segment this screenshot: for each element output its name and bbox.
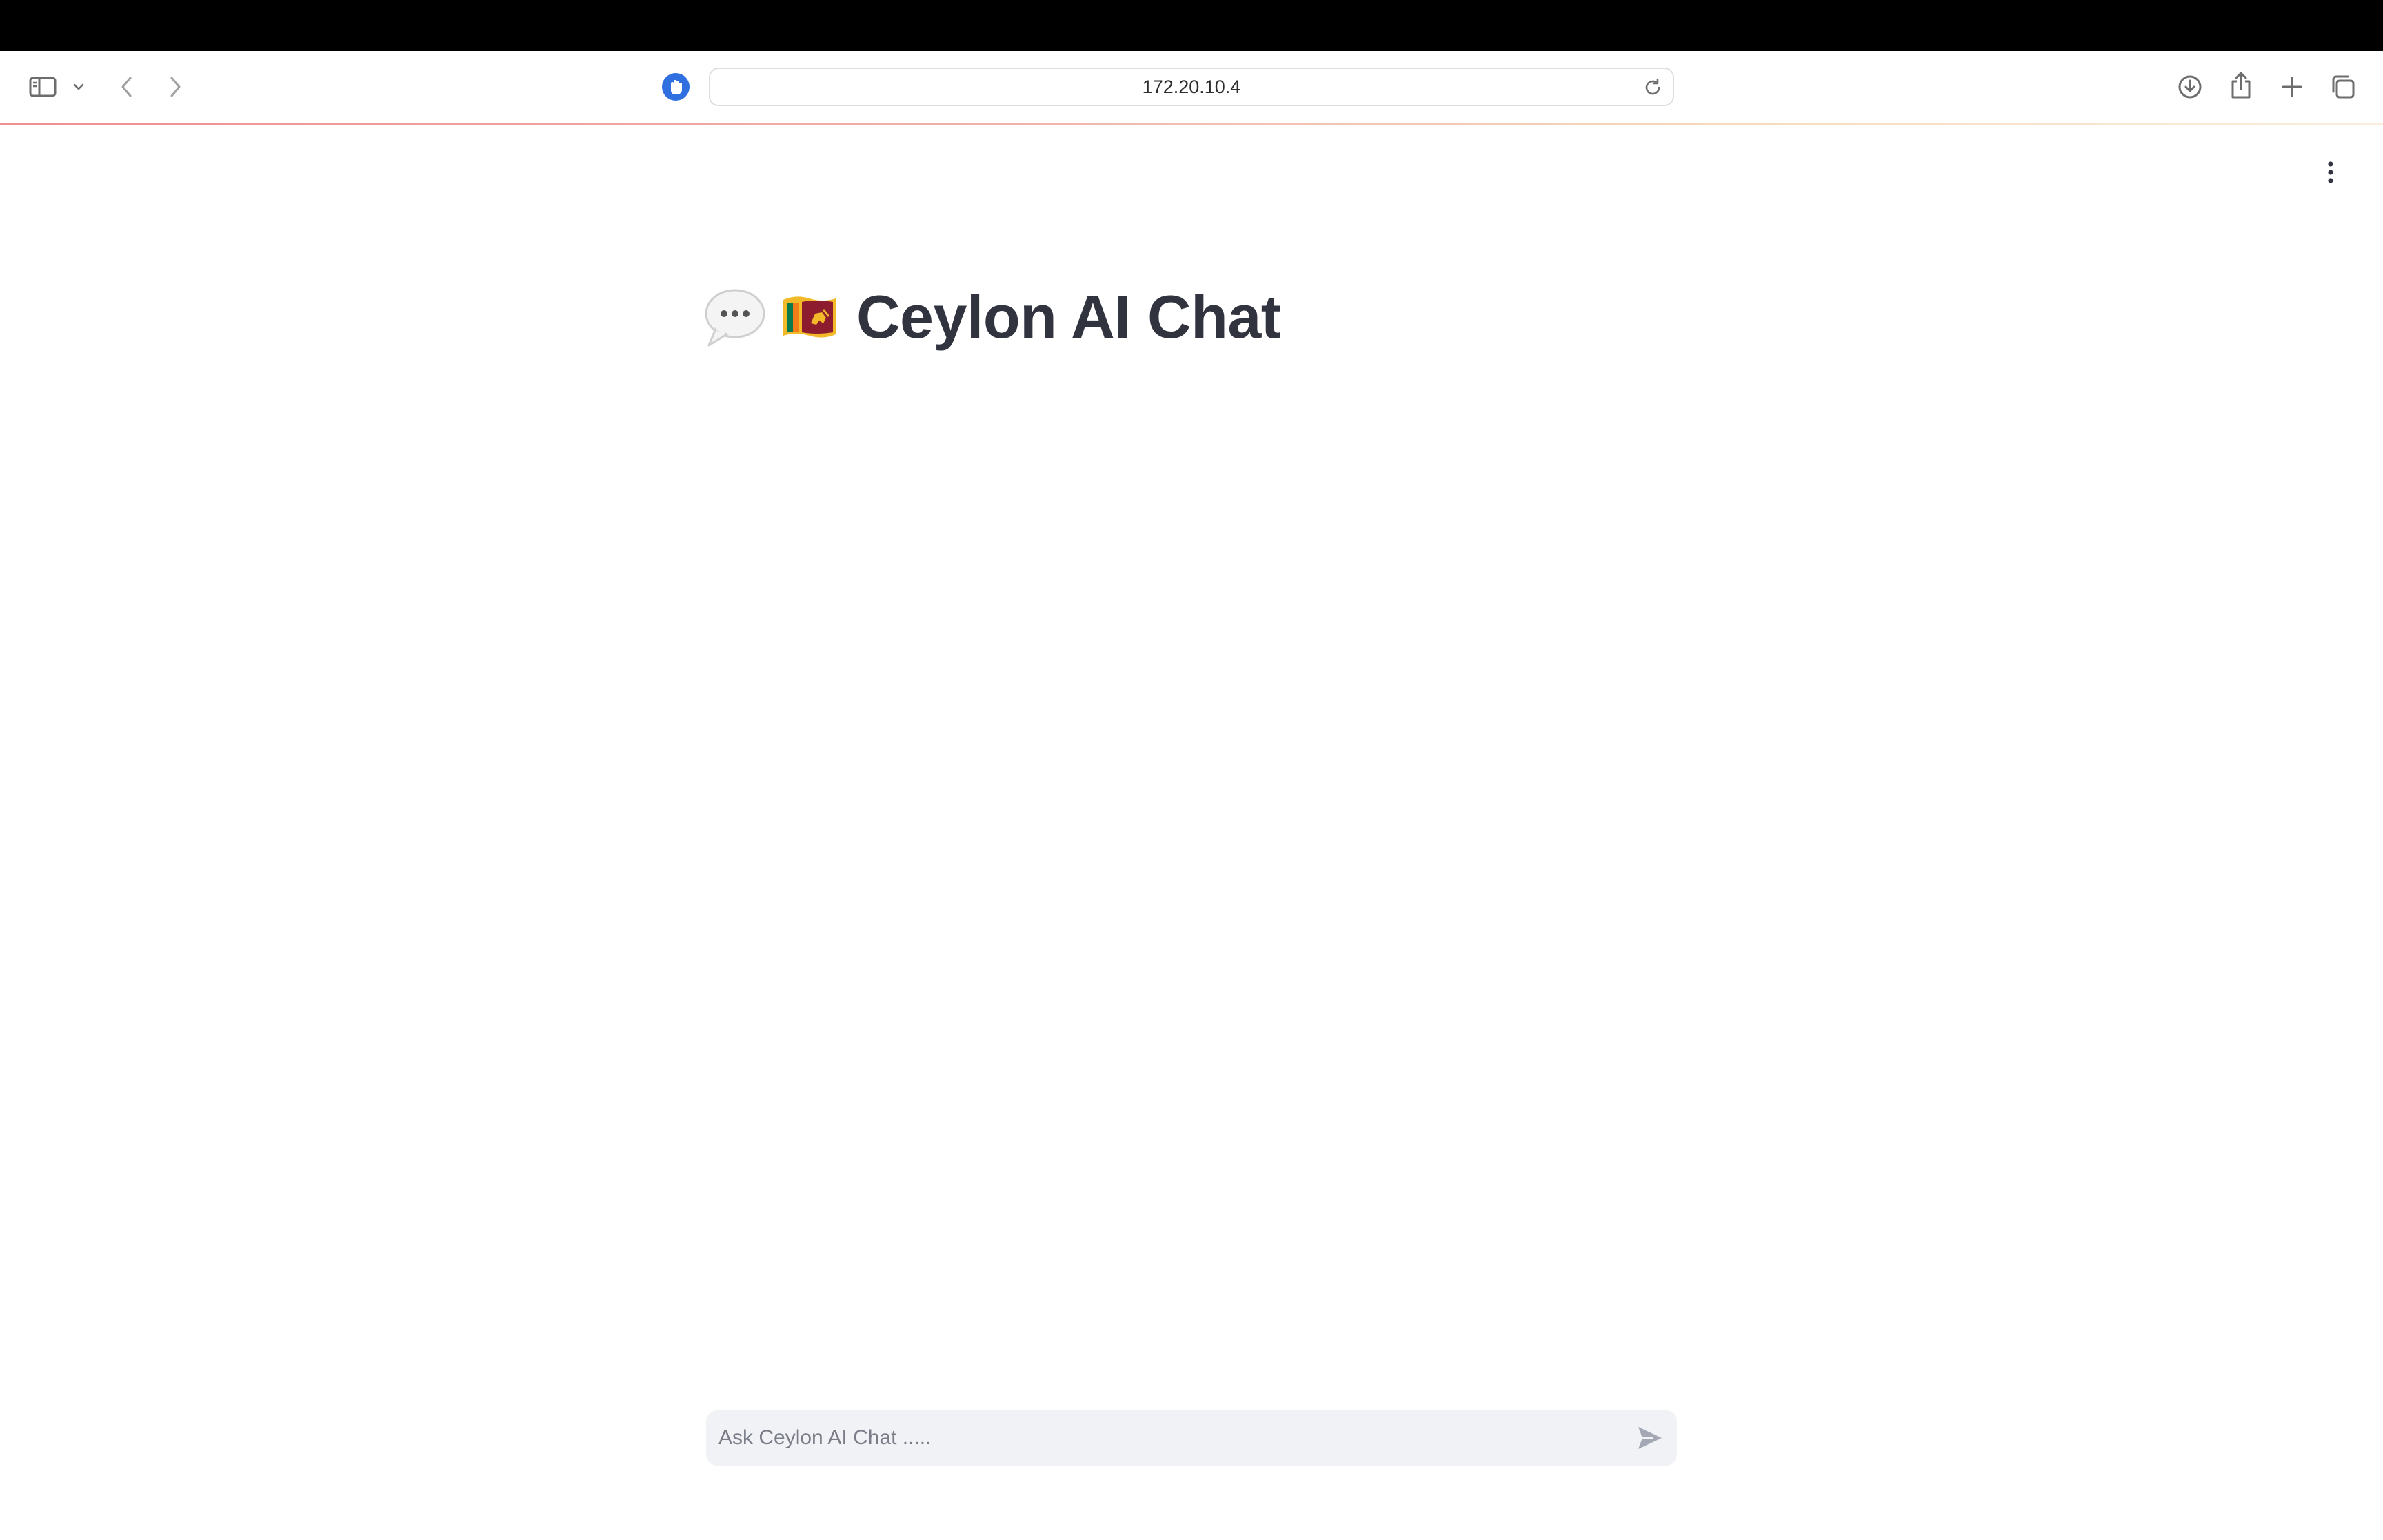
reload-icon[interactable] [1642,77,1663,98]
app-title: Ceylon AI Chat [856,283,1281,351]
address-bar[interactable]: 172.20.10.4 [709,68,1674,106]
chat-input[interactable] [706,1410,1602,1466]
download-icon[interactable] [2175,72,2205,102]
kebab-menu-icon[interactable] [2317,157,2344,188]
page-title: Ceylon AI Chat [703,276,1281,358]
chevron-down-icon[interactable] [69,79,88,95]
share-icon[interactable] [2226,69,2256,102]
sidebar-toggle-icon[interactable] [26,72,59,102]
speech-bubble-icon [703,286,767,348]
chat-input-container [706,1410,1677,1466]
back-arrow-icon[interactable] [114,72,139,102]
address-url: 172.20.10.4 [1142,76,1241,97]
sri-lanka-flag-icon [781,293,838,341]
plus-icon[interactable] [2277,72,2307,102]
send-icon[interactable] [1636,1424,1665,1452]
privacy-shield-icon[interactable] [661,72,691,102]
tab-overview-icon[interactable] [2328,72,2358,102]
forward-arrow-icon[interactable] [163,72,188,102]
page-load-accent-line [0,123,2383,125]
screen-top-bezel [0,0,2383,51]
